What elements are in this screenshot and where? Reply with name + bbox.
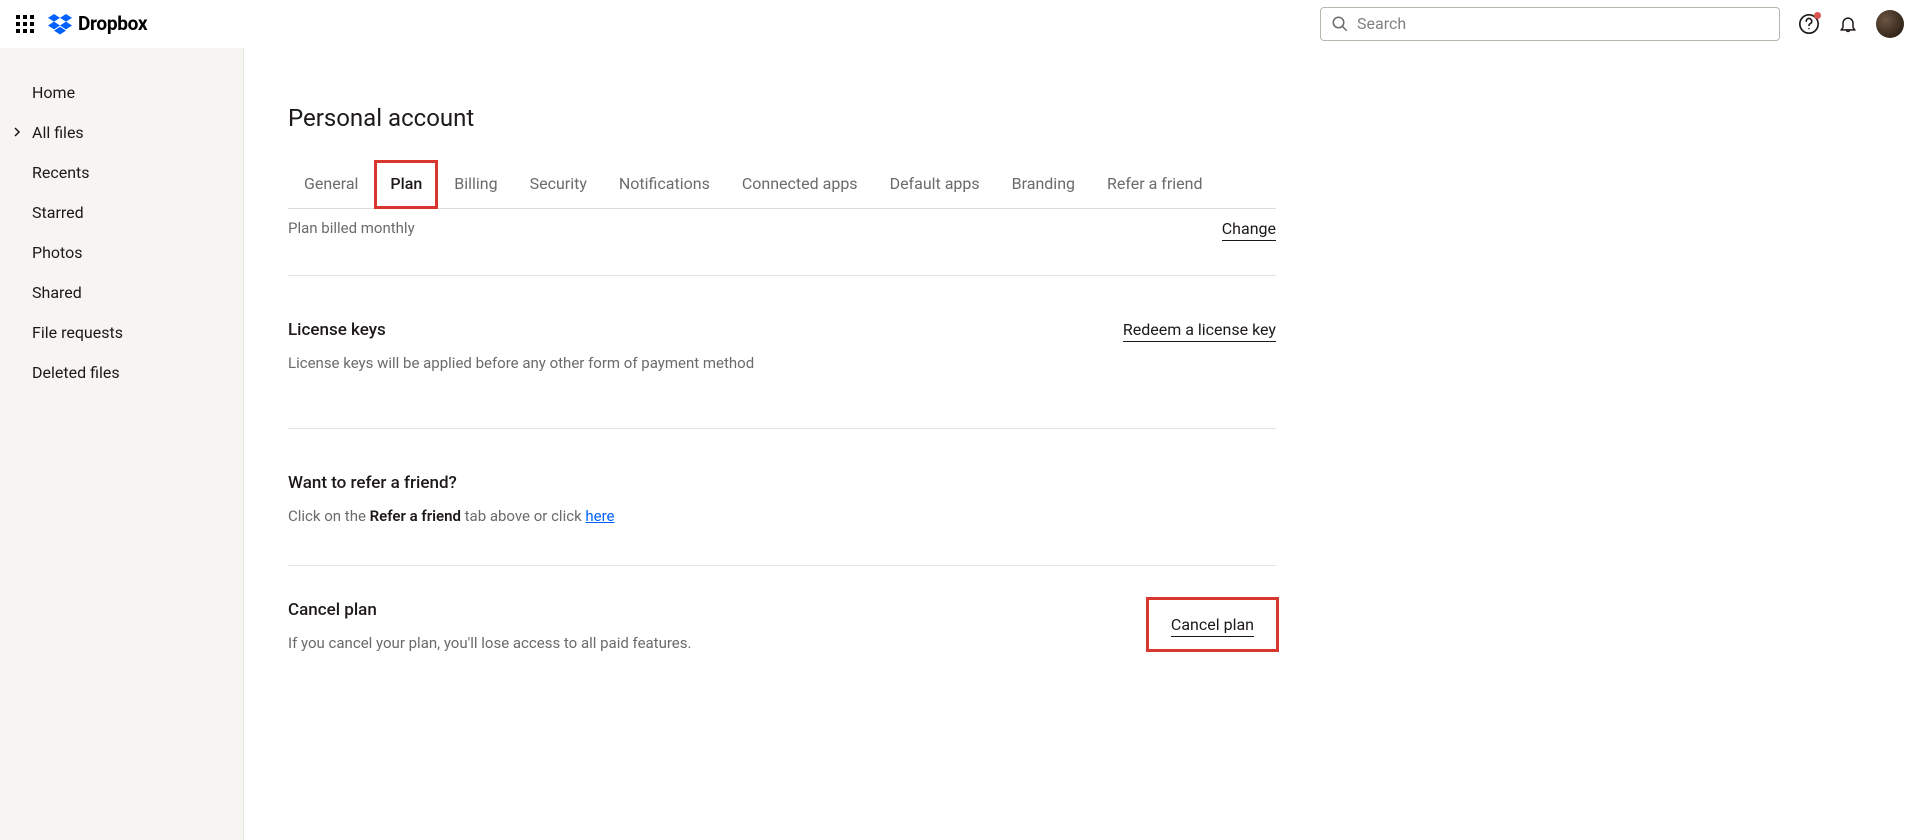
tabs: General Plan Billing Security Notificati… [288, 160, 1276, 209]
main: Personal account General Plan Billing Se… [244, 48, 1920, 840]
sidebar-item-file-requests[interactable]: File requests [0, 312, 243, 352]
license-keys-title: License keys [288, 320, 1123, 340]
sidebar-item-label: Recents [32, 163, 90, 182]
dropbox-logo[interactable]: Dropbox [48, 12, 147, 35]
sidebar-item-label: Deleted files [32, 363, 120, 382]
content: Personal account General Plan Billing Se… [288, 104, 1276, 686]
page-title: Personal account [288, 104, 1276, 132]
refer-desc-prefix: Click on the [288, 507, 370, 525]
bell-icon [1838, 13, 1858, 35]
section-billing-cycle: Plan billed monthly Change [288, 209, 1276, 276]
billing-cycle-desc: Plan billed monthly [288, 219, 1222, 237]
cancel-plan-highlight: Cancel plan [1149, 600, 1276, 649]
help-badge-dot [1814, 12, 1821, 19]
body: Home All files Recents Starred Photos Sh… [0, 48, 1920, 840]
tab-billing[interactable]: Billing [438, 160, 513, 208]
refer-friend-title: Want to refer a friend? [288, 473, 1276, 493]
section-refer-friend: Want to refer a friend? Click on the Ref… [288, 429, 1276, 566]
cancel-plan-button[interactable]: Cancel plan [1171, 615, 1254, 637]
brand-name: Dropbox [78, 12, 147, 35]
sidebar-item-deleted-files[interactable]: Deleted files [0, 352, 243, 392]
tab-branding[interactable]: Branding [996, 160, 1091, 208]
sidebar-item-photos[interactable]: Photos [0, 232, 243, 272]
header-right [1320, 7, 1904, 41]
apps-grid-icon[interactable] [16, 15, 34, 33]
help-button[interactable] [1798, 13, 1820, 35]
section-cancel-plan: Cancel plan If you cancel your plan, you… [288, 566, 1276, 686]
sidebar-item-home[interactable]: Home [0, 72, 243, 112]
sidebar-item-shared[interactable]: Shared [0, 272, 243, 312]
tab-default-apps[interactable]: Default apps [874, 160, 996, 208]
refer-desc-mid: tab above or click [461, 507, 585, 525]
header-left: Dropbox [16, 12, 147, 35]
tab-connected-apps[interactable]: Connected apps [726, 160, 874, 208]
sidebar-item-label: All files [32, 123, 84, 142]
sidebar-item-label: Shared [32, 283, 82, 302]
redeem-license-button[interactable]: Redeem a license key [1123, 320, 1276, 342]
change-billing-button[interactable]: Change [1222, 219, 1276, 241]
section-license-keys: License keys License keys will be applie… [288, 276, 1276, 429]
cancel-plan-title: Cancel plan [288, 600, 1149, 620]
sidebar-item-label: Starred [32, 203, 84, 222]
search-box[interactable] [1320, 7, 1780, 41]
search-input[interactable] [1357, 14, 1769, 33]
sidebar: Home All files Recents Starred Photos Sh… [0, 48, 244, 840]
tab-refer-friend[interactable]: Refer a friend [1091, 160, 1218, 208]
search-icon [1331, 15, 1349, 33]
avatar[interactable] [1876, 10, 1904, 38]
notifications-button[interactable] [1838, 13, 1858, 35]
tab-security[interactable]: Security [514, 160, 603, 208]
header: Dropbox [0, 0, 1920, 48]
sidebar-item-all-files[interactable]: All files [0, 112, 243, 152]
dropbox-logo-icon [48, 13, 72, 35]
sidebar-item-recents[interactable]: Recents [0, 152, 243, 192]
cancel-plan-desc: If you cancel your plan, you'll lose acc… [288, 634, 1149, 652]
sidebar-item-starred[interactable]: Starred [0, 192, 243, 232]
sidebar-item-label: Photos [32, 243, 83, 262]
refer-here-link[interactable]: here [585, 507, 614, 525]
refer-friend-desc: Click on the Refer a friend tab above or… [288, 507, 1276, 525]
tab-general[interactable]: General [288, 160, 374, 208]
tab-plan[interactable]: Plan [374, 160, 438, 209]
tab-notifications[interactable]: Notifications [603, 160, 726, 208]
sidebar-item-label: Home [32, 83, 75, 102]
chevron-right-icon [12, 127, 22, 137]
license-keys-desc: License keys will be applied before any … [288, 354, 1123, 372]
refer-desc-bold: Refer a friend [370, 507, 461, 525]
sidebar-item-label: File requests [32, 323, 123, 342]
